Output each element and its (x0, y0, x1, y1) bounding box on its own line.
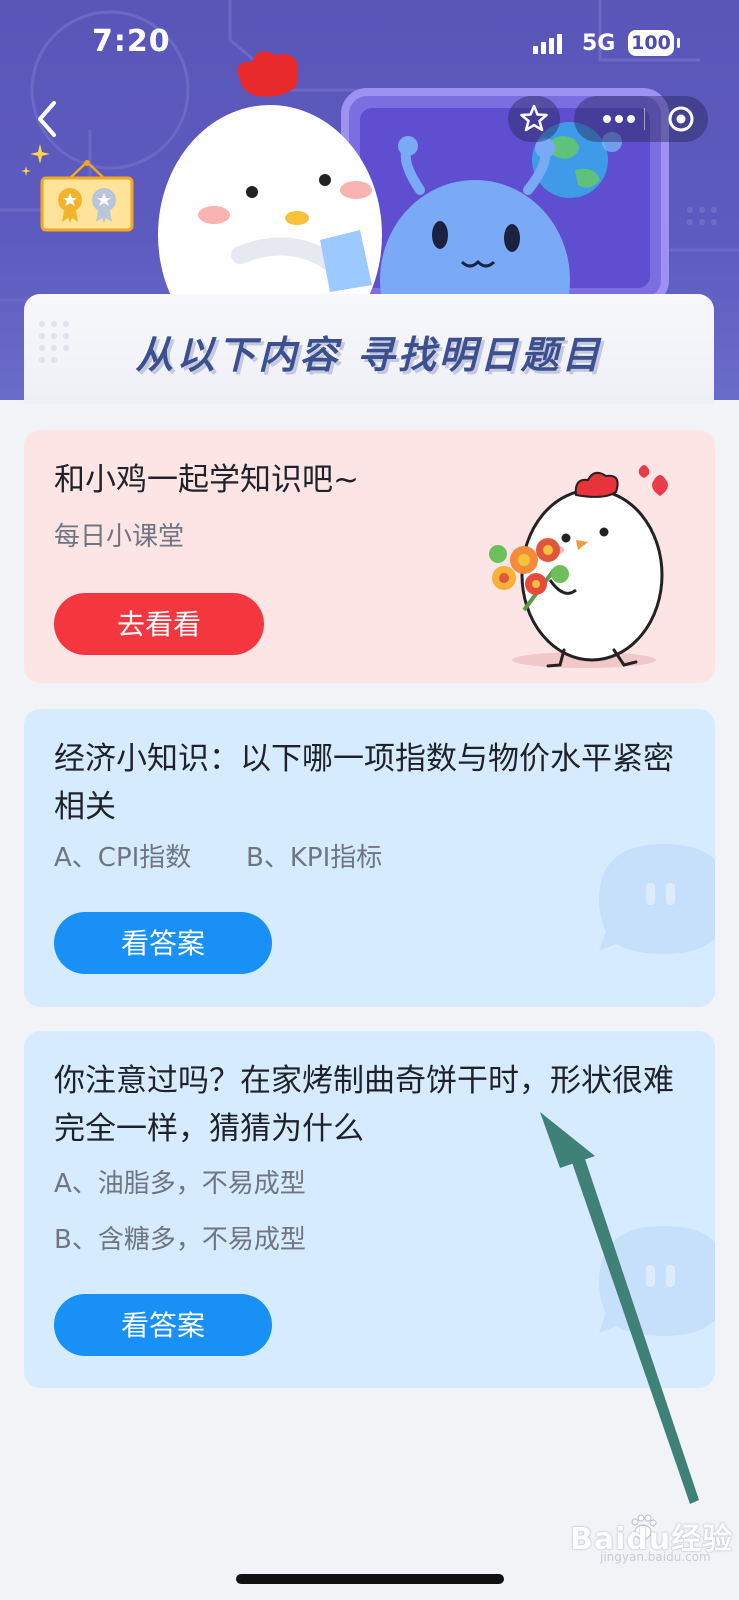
question-title: 你注意过吗？在家烤制曲奇饼干时，形状很难完全一样，猜猜为什么 (54, 1063, 674, 1147)
chat-bubble-decoration (599, 844, 715, 954)
show-answer-button[interactable]: 看答案 (54, 1294, 272, 1356)
question-card-cookies: 你注意过吗？在家烤制曲奇饼干时，形状很难完全一样，猜猜为什么 A、油脂多，不易成… (24, 1031, 715, 1388)
question-card-economics: 经济小知识：以下哪一项指数与物价水平紧密相关 A、CPI指数 B、KPI指标 看… (24, 709, 715, 1007)
miniapp-capsule (574, 96, 708, 142)
star-icon (520, 104, 548, 132)
option-a: A、油脂多，不易成型 (54, 1169, 306, 1199)
signal-icon (533, 34, 562, 54)
favorite-button[interactable] (508, 96, 560, 142)
close-miniapp-icon[interactable] (658, 96, 704, 142)
option-a: A、CPI指数 (54, 843, 192, 873)
status-time: 7:20 (92, 24, 171, 59)
more-icon[interactable] (594, 96, 644, 142)
go-see-button[interactable]: 去看看 (54, 593, 264, 655)
back-button[interactable] (30, 95, 70, 145)
question-title: 经济小知识：以下哪一项指数与物价水平紧密相关 (54, 741, 674, 825)
title-banner: 从以下内容 寻找明日题目 从以下内容 寻找明日题目 (24, 294, 714, 404)
card-subtitle: 每日小课堂 (54, 522, 185, 552)
network-type: 5G (582, 31, 616, 56)
baidu-watermark: Baidu经验 jingyan.baidu.com (540, 1510, 739, 1570)
daily-class-card: 和小鸡一起学知识吧~ 每日小课堂 去看看 (24, 430, 715, 683)
status-bar: 7:20 5G 100 (0, 0, 739, 90)
battery-icon: 100 (628, 30, 680, 56)
chat-bubble-decoration (599, 1226, 715, 1336)
banner-title: 从以下内容 寻找明日题目 (135, 333, 603, 377)
home-indicator (236, 1574, 504, 1584)
chevron-left-icon (38, 101, 56, 137)
show-answer-button[interactable]: 看答案 (54, 912, 272, 974)
option-b: B、KPI指标 (246, 843, 383, 873)
watermark-url: jingyan.baidu.com (600, 1550, 711, 1564)
sparkle-icon (21, 144, 50, 176)
chicken-bouquet-illustration (489, 465, 668, 668)
capsule-divider (644, 108, 645, 130)
option-b: B、含糖多，不易成型 (54, 1225, 306, 1255)
